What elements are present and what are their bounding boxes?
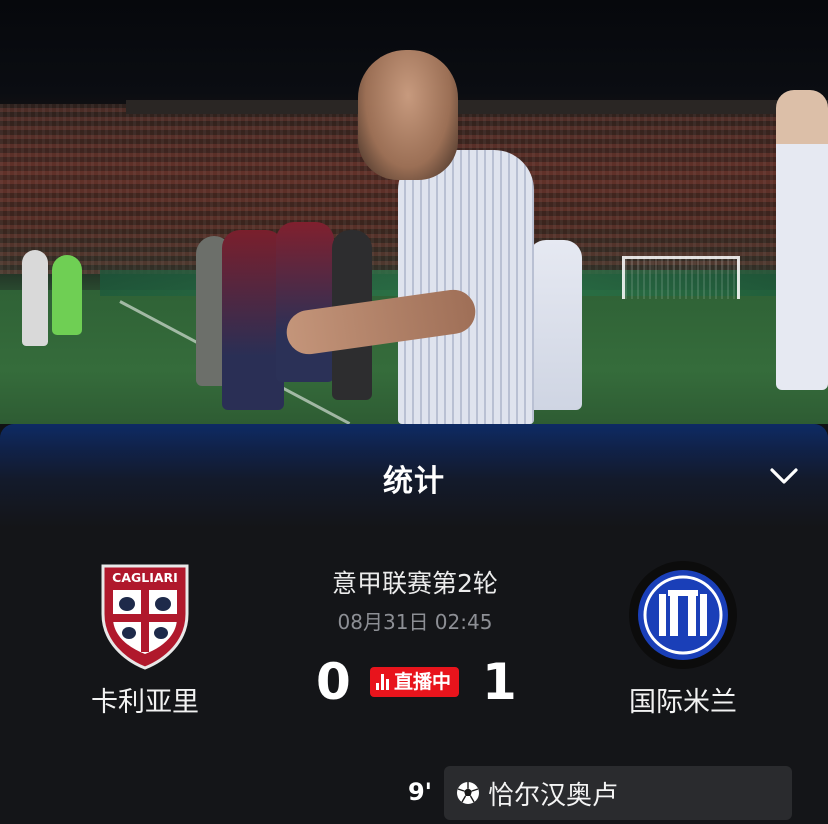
player-figure-main <box>398 150 534 424</box>
event-minute: 9' <box>407 778 432 806</box>
player-figure <box>52 255 82 335</box>
player-figure <box>222 230 284 410</box>
away-team[interactable]: 国际米兰 <box>588 560 778 719</box>
player-figure <box>22 250 48 346</box>
chevron-down-icon[interactable] <box>768 460 800 492</box>
stats-panel: 统计 CAGLIARI 卡利亚里 意甲联赛第2轮 08月31日 02:45 0 <box>0 424 828 824</box>
player-head <box>358 50 458 180</box>
live-badge[interactable]: 直播中 <box>370 667 460 697</box>
match-info: 意甲联赛第2轮 08月31日 02:45 0 直播中 1 <box>270 564 560 711</box>
competition-round: 意甲联赛第2轮 <box>332 569 498 598</box>
player-figure <box>276 222 334 382</box>
panel-title: 统计 <box>383 464 445 499</box>
goal-event-card[interactable]: 恰尔汉奥卢 <box>444 766 792 820</box>
home-team[interactable]: CAGLIARI 卡利亚里 <box>50 560 240 719</box>
stadium-roof <box>126 100 828 114</box>
home-score: 0 <box>316 653 351 711</box>
event-player-name: 恰尔汉奥卢 <box>488 780 619 811</box>
inter-logo-icon <box>629 561 737 669</box>
scoreboard: 0 直播中 1 <box>270 652 560 712</box>
video-player[interactable] <box>0 0 828 424</box>
signal-bars-icon <box>376 674 390 690</box>
cagliari-logo-icon: CAGLIARI <box>101 564 189 670</box>
player-figure <box>776 90 828 390</box>
player-figure <box>528 240 582 410</box>
live-label: 直播中 <box>394 671 452 693</box>
match-datetime: 08月31日 02:45 <box>337 610 493 634</box>
soccer-ball-icon <box>457 782 479 804</box>
goal-frame <box>622 256 740 299</box>
away-score: 1 <box>482 653 517 711</box>
logo-wordmark: CAGLIARI <box>112 570 178 585</box>
home-team-name: 卡利亚里 <box>91 687 199 718</box>
away-team-name: 国际米兰 <box>629 687 737 718</box>
